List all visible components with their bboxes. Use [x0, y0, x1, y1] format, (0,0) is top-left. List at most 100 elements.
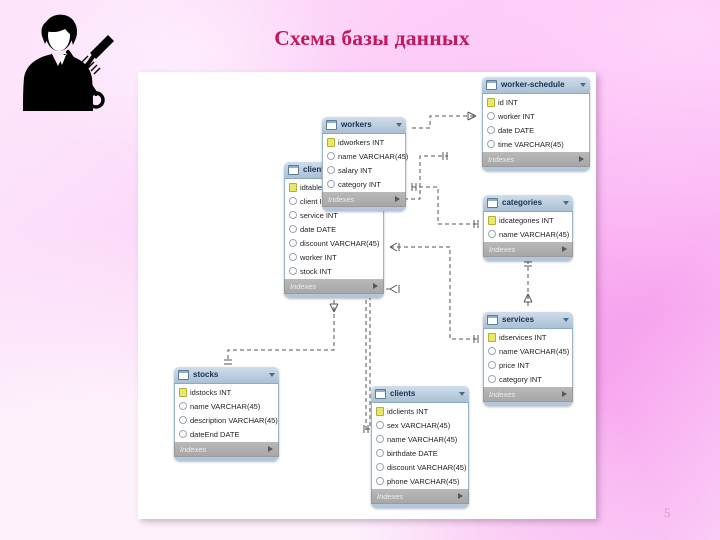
expand-right-icon[interactable] — [373, 283, 378, 289]
er-field-label: worker INT — [498, 111, 535, 121]
expand-right-icon[interactable] — [562, 246, 567, 252]
primary-key-icon — [327, 137, 335, 147]
chevron-down-icon[interactable] — [580, 83, 586, 87]
er-table-name: stocks — [193, 370, 219, 379]
expand-right-icon[interactable] — [458, 493, 463, 499]
chevron-down-icon[interactable] — [459, 392, 465, 396]
expand-right-icon[interactable] — [268, 446, 273, 452]
column-icon — [376, 449, 384, 457]
er-field-label: service INT — [300, 210, 338, 220]
er-field-label: price INT — [499, 360, 530, 370]
er-field-row[interactable]: worker INT — [285, 250, 383, 264]
expand-right-icon[interactable] — [562, 391, 567, 397]
er-indexes-section[interactable]: Indexes — [483, 387, 573, 402]
er-indexes-section[interactable]: Indexes — [284, 279, 384, 294]
table-icon — [486, 80, 497, 90]
er-field-list: idservices INT name VARCHAR(45) price INT c… — [483, 329, 573, 387]
expand-right-icon[interactable] — [579, 156, 584, 162]
er-field-label: discount VARCHAR(45) — [387, 462, 467, 472]
er-field-row[interactable]: worker INT — [483, 109, 589, 123]
er-field-row[interactable]: birthdate DATE — [372, 446, 468, 460]
er-field-row[interactable]: phone VARCHAR(45) — [372, 474, 468, 488]
column-icon — [487, 126, 495, 134]
er-field-label: worker INT — [300, 252, 337, 262]
er-field-label: name VARCHAR(45) — [499, 229, 570, 239]
er-indexes-section[interactable]: Indexes — [482, 152, 590, 167]
er-field-list: idworkers INT name VARCHAR(45) salary INT c… — [322, 134, 408, 192]
er-field-row[interactable]: name VARCHAR(45) — [484, 344, 572, 358]
er-field-list: idstocks INT name VARCHAR(45) description … — [174, 384, 279, 442]
er-field-label: id INT — [498, 97, 519, 107]
er-indexes-section[interactable]: Indexes — [322, 192, 406, 207]
er-field-row[interactable]: category INT — [323, 177, 405, 191]
er-field-row[interactable]: category INT — [484, 372, 572, 386]
er-table-categories[interactable]: categories idcategories INT name VARCHAR(4… — [483, 195, 573, 261]
er-field-row[interactable]: date DATE — [285, 222, 383, 236]
er-table-header[interactable]: categories — [483, 195, 573, 212]
page-number: 5 — [664, 505, 671, 520]
er-indexes-label: Indexes — [377, 491, 404, 501]
er-field-label: idcategories INT — [499, 215, 554, 225]
er-indexes-label: Indexes — [489, 244, 516, 254]
er-field-label: phone VARCHAR(45) — [387, 476, 460, 486]
er-field-label: category INT — [338, 179, 381, 189]
er-field-row[interactable]: name VARCHAR(45) — [323, 149, 408, 163]
table-icon — [288, 165, 299, 175]
er-indexes-label: Indexes — [180, 444, 207, 454]
column-icon — [327, 180, 335, 188]
chevron-down-icon[interactable] — [396, 123, 402, 127]
er-field-row[interactable]: salary INT — [323, 163, 405, 177]
er-field-row[interactable]: discount VARCHAR(45) — [372, 460, 468, 474]
er-field-row[interactable]: name VARCHAR(45) — [372, 432, 468, 446]
er-table-name: categories — [502, 198, 543, 207]
column-icon — [488, 361, 496, 369]
er-indexes-label: Indexes — [489, 389, 516, 399]
barber-scissors-comb-logo — [23, 14, 114, 111]
er-field-row[interactable]: name VARCHAR(45) — [484, 227, 572, 241]
er-table-header[interactable]: stocks — [174, 367, 279, 384]
er-field-row[interactable]: idservices INT — [484, 330, 572, 344]
er-field-row[interactable]: idworkers INT — [323, 135, 405, 149]
column-icon — [488, 375, 496, 383]
column-icon — [289, 197, 297, 205]
er-table-header[interactable]: services — [483, 312, 573, 329]
page-title: Схема базы данных — [274, 26, 470, 50]
column-icon — [289, 239, 297, 247]
er-field-row[interactable]: sex VARCHAR(45) — [372, 418, 468, 432]
er-indexes-section[interactable]: Indexes — [371, 489, 469, 504]
er-field-row[interactable]: dateEnd DATE — [175, 427, 278, 441]
er-indexes-section[interactable]: Indexes — [483, 242, 573, 257]
er-table-stocks[interactable]: stocks idstocks INT name VARCHAR(45) descri… — [174, 367, 279, 461]
er-field-row[interactable]: description VARCHAR(45) — [175, 413, 278, 427]
er-indexes-section[interactable]: Indexes — [174, 442, 279, 457]
chevron-down-icon[interactable] — [563, 318, 569, 322]
er-field-label: dateEnd DATE — [190, 429, 240, 439]
er-field-row[interactable]: name VARCHAR(45) — [175, 399, 278, 413]
er-field-row[interactable]: idcategories INT — [484, 213, 572, 227]
er-field-label: idstocks INT — [190, 387, 232, 397]
er-field-row[interactable]: date DATE — [483, 123, 589, 137]
er-field-row[interactable]: idstocks INT — [175, 385, 278, 399]
chevron-down-icon[interactable] — [269, 373, 275, 377]
er-table-worker-schedule[interactable]: worker-schedule id INT worker INT date DATE… — [482, 77, 590, 171]
er-table-services[interactable]: services idservices INT name VARCHAR(45) pr… — [483, 312, 573, 406]
er-diagram-canvas: clients-servicesidtable1 INTclient INTse… — [138, 72, 596, 519]
chevron-down-icon[interactable] — [563, 201, 569, 205]
er-field-label: idworkers INT — [338, 137, 385, 147]
er-field-row[interactable]: discount VARCHAR(45) — [285, 236, 383, 250]
er-field-row[interactable]: time VARCHAR(45) — [483, 137, 589, 151]
er-table-header[interactable]: workers — [322, 117, 406, 134]
er-field-row[interactable]: price INT — [484, 358, 572, 372]
expand-right-icon[interactable] — [395, 196, 400, 202]
er-field-row[interactable]: id INT — [483, 95, 589, 109]
er-table-header[interactable]: worker-schedule — [482, 77, 590, 94]
er-field-row[interactable]: stock INT — [285, 264, 383, 278]
er-field-label: birthdate DATE — [387, 448, 438, 458]
er-table-clients[interactable]: clients idclients INT sex VARCHAR(45) name … — [371, 386, 469, 508]
er-table-header[interactable]: clients — [371, 386, 469, 403]
er-field-row[interactable]: idclients INT — [372, 404, 468, 418]
column-icon — [488, 230, 496, 238]
er-table-workers[interactable]: workers idworkers INT name VARCHAR(45) sala… — [322, 117, 408, 211]
er-indexes-label: Indexes — [328, 194, 355, 204]
er-field-label: name VARCHAR(45) — [499, 346, 570, 356]
